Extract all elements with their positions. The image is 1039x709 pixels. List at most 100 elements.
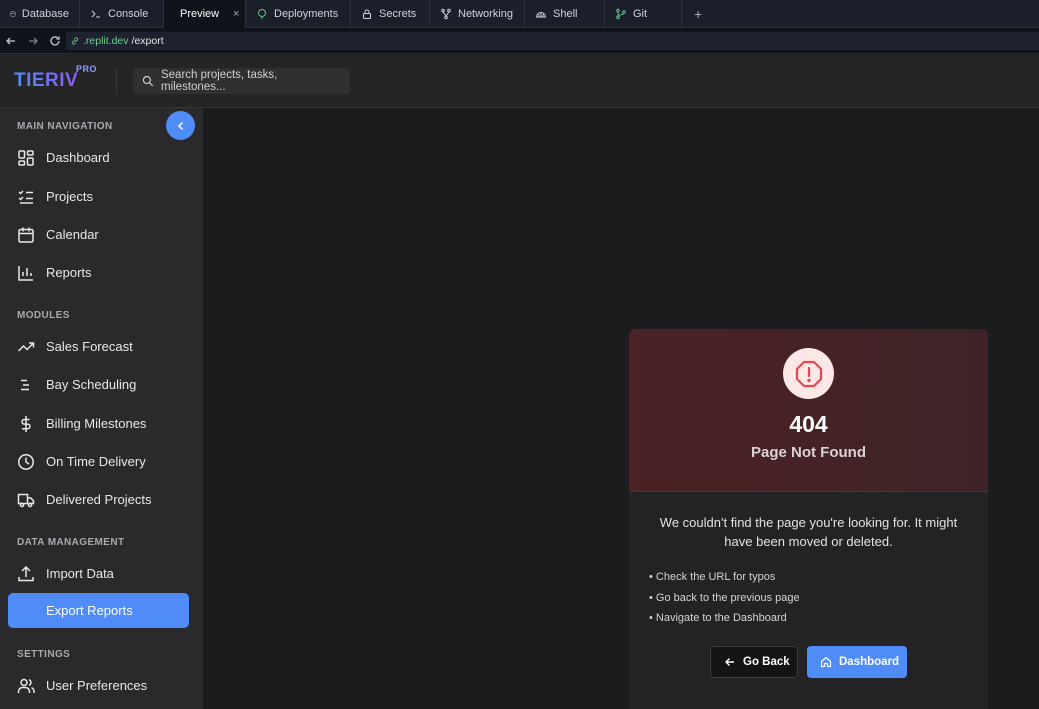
not-found-card: 404 Page Not Found We couldn't find the … xyxy=(629,329,988,709)
list-item: • Navigate to the Dashboard xyxy=(649,612,787,624)
sidebar-item-reports[interactable]: Reports xyxy=(8,255,189,290)
arrow-right-icon xyxy=(29,37,38,44)
section-main-navigation: MAIN NAVIGATION xyxy=(17,121,113,132)
dashboard-label: Dashboard xyxy=(839,656,900,668)
tab-label: Preview xyxy=(180,8,220,20)
sidebar-item-label: User Preferences xyxy=(46,678,148,693)
search-icon xyxy=(143,75,154,87)
url-path: /export xyxy=(131,34,164,47)
search-placeholder: Search projects, tasks, milestones... xyxy=(160,69,278,93)
alert-octagon-icon xyxy=(795,360,822,387)
tab-shell[interactable]: Shell xyxy=(525,0,605,28)
sidebar-item-label: Sales Forecast xyxy=(46,339,133,354)
align-icon xyxy=(21,379,29,390)
ide-tab-bar: Database Console Preview × Deployments S… xyxy=(0,0,1039,28)
sidebar-item-projects[interactable]: Projects xyxy=(8,179,189,214)
reload-icon xyxy=(50,35,60,46)
tab-networking[interactable]: Networking xyxy=(430,0,525,28)
checklist-icon xyxy=(18,189,33,204)
chevron-left-icon xyxy=(177,121,183,130)
grid-icon xyxy=(18,149,34,166)
error-icon-badge xyxy=(783,348,834,399)
forward-nav-button[interactable] xyxy=(22,28,44,54)
app-header: TIERIV PRO Search projects, tasks, miles… xyxy=(0,55,1039,108)
sidebar-item-user-preferences[interactable]: User Preferences xyxy=(8,668,189,703)
home-icon xyxy=(820,656,832,668)
error-title: Page Not Found xyxy=(751,444,866,461)
sidebar-item-label: Calendar xyxy=(46,227,99,242)
tab-label: Deployments xyxy=(274,8,339,20)
search-input[interactable]: Search projects, tasks, milestones... xyxy=(133,68,351,94)
sidebar-item-calendar[interactable]: Calendar xyxy=(8,217,189,252)
clock-icon xyxy=(18,453,34,470)
sidebar: MAIN NAVIGATION Dashboard Projects Calen… xyxy=(0,108,203,709)
tab-label: Secrets xyxy=(379,8,417,20)
tab-label: Database xyxy=(21,8,69,20)
calendar-icon xyxy=(18,227,34,243)
lock-icon xyxy=(363,9,371,19)
sidebar-item-label: Dashboard xyxy=(46,150,110,165)
list-item: • Go back to the previous page xyxy=(649,591,800,604)
trending-up-icon xyxy=(17,341,35,352)
sidebar-item-label: Reports xyxy=(46,265,92,280)
error-message: We couldn't find the page you're looking… xyxy=(659,515,958,549)
app-logo[interactable]: TIERIV PRO xyxy=(14,64,97,92)
sidebar-item-label: On Time Delivery xyxy=(46,454,146,469)
error-header: 404 Page Not Found xyxy=(629,329,988,492)
sidebar-item-bay-scheduling[interactable]: Bay Scheduling xyxy=(8,367,189,402)
section-modules: MODULES xyxy=(17,310,70,321)
sidebar-item-export-reports[interactable]: Export Reports xyxy=(8,593,189,628)
sidebar-item-label: Projects xyxy=(46,189,93,204)
logo-text: TIERIV xyxy=(14,70,79,91)
section-settings: SETTINGS xyxy=(17,649,71,660)
tab-label: Shell xyxy=(553,8,578,20)
tab-secrets[interactable]: Secrets xyxy=(351,0,430,28)
arrow-left-icon xyxy=(6,37,15,44)
tab-database[interactable]: Database xyxy=(0,0,80,28)
users-icon xyxy=(17,678,35,693)
sidebar-item-import-data[interactable]: Import Data xyxy=(8,556,189,591)
reload-button[interactable] xyxy=(44,28,66,54)
list-item: • Check the URL for typos xyxy=(649,571,776,583)
sidebar-item-delivered-projects[interactable]: Delivered Projects xyxy=(8,482,189,517)
error-code: 404 xyxy=(789,411,828,437)
sidebar-item-billing-milestones[interactable]: Billing Milestones xyxy=(8,406,189,441)
close-icon[interactable]: × xyxy=(233,8,239,20)
back-nav-button[interactable] xyxy=(0,28,22,54)
rocket-icon xyxy=(258,9,266,19)
error-tips-list: • Check the URL for typos • Go back to t… xyxy=(649,571,988,633)
sidebar-item-dashboard[interactable]: Dashboard xyxy=(8,140,189,175)
tab-deployments[interactable]: Deployments xyxy=(246,0,351,28)
sidebar-item-sales-forecast[interactable]: Sales Forecast xyxy=(8,329,189,364)
truck-icon xyxy=(17,493,35,507)
sidebar-item-on-time-delivery[interactable]: On Time Delivery xyxy=(8,444,189,479)
network-icon xyxy=(441,8,451,20)
error-actions: Go Back Dashboard xyxy=(710,646,907,678)
collapse-sidebar-button[interactable] xyxy=(166,111,195,140)
pro-badge: PRO xyxy=(76,64,98,74)
arrow-left-icon xyxy=(725,658,734,666)
terminal-icon xyxy=(91,10,100,18)
dollar-icon xyxy=(21,415,31,432)
bar-chart-icon xyxy=(18,265,33,281)
tab-git[interactable]: Git xyxy=(605,0,682,28)
shell-icon xyxy=(535,12,547,18)
tab-label: Git xyxy=(633,8,648,20)
tab-label: Console xyxy=(108,8,149,20)
dashboard-button[interactable]: Dashboard xyxy=(807,646,907,678)
url-input[interactable]: .replit.dev/export xyxy=(66,31,1039,50)
tab-label: Networking xyxy=(458,8,514,20)
sidebar-item-label: Bay Scheduling xyxy=(46,377,137,392)
header-divider xyxy=(116,68,118,94)
tab-preview[interactable]: Preview × xyxy=(164,0,246,28)
sidebar-item-label: Billing Milestones xyxy=(46,416,147,431)
git-branch-icon xyxy=(616,8,626,20)
add-tab-button[interactable]: + xyxy=(682,0,714,28)
go-back-button[interactable]: Go Back xyxy=(710,646,798,678)
tab-console[interactable]: Console xyxy=(80,0,164,28)
upload-icon xyxy=(18,565,34,581)
url-host: .replit.dev xyxy=(83,34,129,47)
sidebar-item-label: Delivered Projects xyxy=(46,492,152,507)
url-bar: .replit.dev/export xyxy=(0,28,1039,54)
go-back-label: Go Back xyxy=(743,656,790,668)
